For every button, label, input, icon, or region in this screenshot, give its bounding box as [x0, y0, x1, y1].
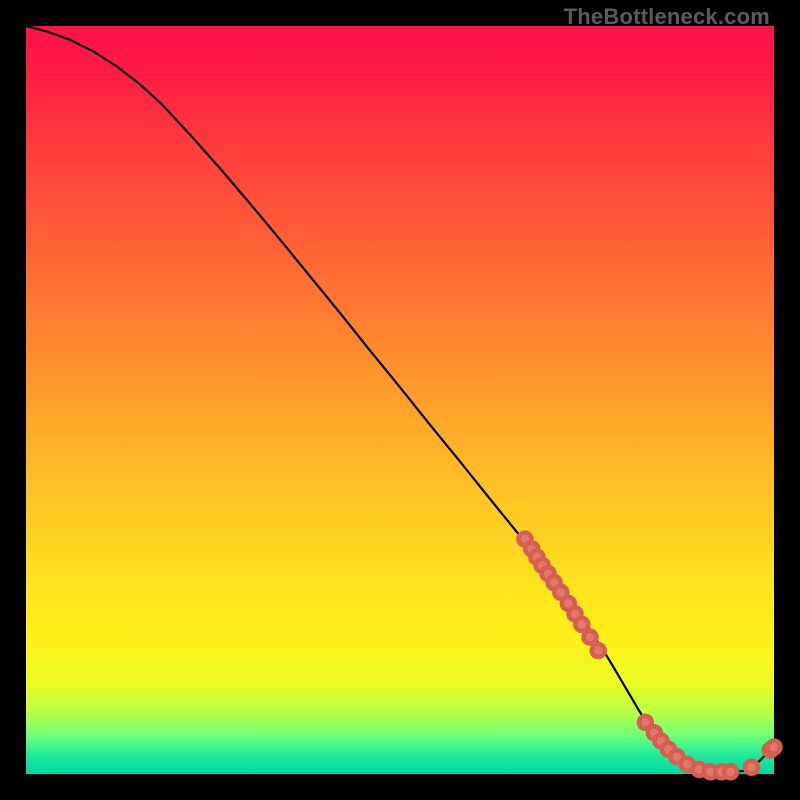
data-point	[767, 741, 780, 754]
bottleneck-curve	[26, 26, 774, 772]
data-point	[583, 631, 596, 644]
chart-overlay	[26, 26, 774, 774]
data-point	[724, 765, 737, 778]
data-markers	[518, 533, 780, 779]
data-point	[745, 761, 758, 774]
data-point	[575, 618, 588, 631]
chart-frame: TheBottleneck.com	[0, 0, 800, 800]
data-point	[592, 644, 605, 657]
